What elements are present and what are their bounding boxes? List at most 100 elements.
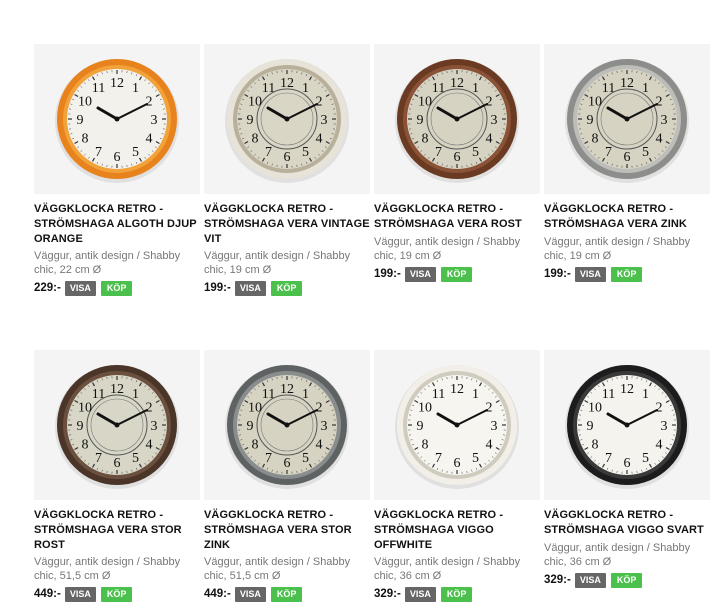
svg-text:11: 11 bbox=[92, 81, 105, 96]
svg-text:4: 4 bbox=[316, 438, 323, 453]
product-image[interactable]: 1 2 3 4 5 6 7 8 9 10 11 12 bbox=[34, 44, 200, 194]
wall-clock-icon: 1234567891011 12 bbox=[565, 59, 689, 183]
product-description: Väggur, antik design / Shabby chic, 36 c… bbox=[374, 556, 521, 582]
svg-text:5: 5 bbox=[302, 145, 309, 160]
buy-row: 449:- VISA KÖP bbox=[34, 586, 133, 602]
price: 229:- bbox=[34, 282, 61, 294]
svg-text:4: 4 bbox=[656, 132, 663, 147]
svg-text:7: 7 bbox=[435, 145, 442, 160]
product-description: Väggur, antik design / Shabby chic, 19 c… bbox=[544, 236, 691, 262]
svg-text:8: 8 bbox=[591, 438, 598, 453]
price: 329:- bbox=[544, 574, 571, 586]
svg-text:10: 10 bbox=[588, 95, 602, 110]
svg-text:5: 5 bbox=[642, 145, 649, 160]
svg-text:7: 7 bbox=[435, 451, 442, 466]
svg-text:4: 4 bbox=[656, 438, 663, 453]
price: 449:- bbox=[204, 588, 231, 600]
product-title[interactable]: VÄGGKLOCKA RETRO - STRÖMSHAGA VERA STOR … bbox=[204, 508, 370, 553]
svg-text:8: 8 bbox=[591, 132, 598, 147]
svg-text:6: 6 bbox=[114, 150, 121, 165]
svg-text:4: 4 bbox=[146, 438, 153, 453]
product-description: Väggur, antik design / Shabby chic, 19 c… bbox=[204, 250, 351, 276]
price: 199:- bbox=[544, 268, 571, 280]
svg-text:10: 10 bbox=[248, 95, 262, 110]
svg-text:9: 9 bbox=[417, 419, 424, 434]
product-description: Väggur, antik design / Shabby chic, 36 c… bbox=[544, 542, 691, 568]
wall-clock-icon: 1234567891011 12 bbox=[55, 365, 179, 489]
visa-badge: VISA bbox=[234, 280, 266, 296]
svg-text:2: 2 bbox=[656, 401, 663, 416]
product-description: Väggur, antik design / Shabby chic, 51,5… bbox=[204, 556, 351, 582]
svg-text:6: 6 bbox=[454, 456, 461, 471]
product-image[interactable]: 1 2 3 4 5 6 7 8 9 10 11 12 bbox=[544, 44, 710, 194]
svg-text:8: 8 bbox=[81, 132, 88, 147]
svg-text:12: 12 bbox=[620, 382, 634, 397]
wall-clock-icon: 1234567891011 12 bbox=[565, 365, 689, 489]
price: 329:- bbox=[374, 588, 401, 600]
buy-button[interactable]: KÖP bbox=[270, 586, 303, 602]
buy-button[interactable]: KÖP bbox=[440, 266, 473, 282]
buy-button[interactable]: KÖP bbox=[100, 280, 133, 296]
svg-text:10: 10 bbox=[588, 401, 602, 416]
svg-text:10: 10 bbox=[78, 401, 92, 416]
svg-text:6: 6 bbox=[114, 456, 121, 471]
product-title[interactable]: VÄGGKLOCKA RETRO - STRÖMSHAGA VIGGO OFFW… bbox=[374, 508, 540, 553]
product-title[interactable]: VÄGGKLOCKA RETRO - STRÖMSHAGA VIGGO SVAR… bbox=[544, 508, 710, 538]
product-title[interactable]: VÄGGKLOCKA RETRO - STRÖMSHAGA VERA STOR … bbox=[34, 508, 200, 553]
svg-text:3: 3 bbox=[491, 419, 498, 434]
svg-text:9: 9 bbox=[77, 113, 84, 128]
buy-button[interactable]: KÖP bbox=[100, 586, 133, 602]
svg-text:3: 3 bbox=[151, 419, 158, 434]
buy-row: 329:- VISA KÖP bbox=[374, 586, 473, 602]
product-title[interactable]: VÄGGKLOCKA RETRO - STRÖMSHAGA ALGOTH DJU… bbox=[34, 202, 200, 247]
svg-text:10: 10 bbox=[248, 401, 262, 416]
product-image[interactable]: 1 2 3 4 5 6 7 8 9 10 11 12 bbox=[34, 350, 200, 500]
product-title[interactable]: VÄGGKLOCKA RETRO - STRÖMSHAGA VERA ZINK bbox=[544, 202, 710, 232]
product-image[interactable]: 1 2 3 4 5 6 7 8 9 10 11 12 bbox=[374, 350, 540, 500]
visa-badge: VISA bbox=[574, 572, 606, 588]
svg-text:7: 7 bbox=[95, 451, 102, 466]
svg-text:12: 12 bbox=[280, 76, 294, 91]
price: 199:- bbox=[204, 282, 231, 294]
svg-text:1: 1 bbox=[472, 81, 479, 96]
svg-text:10: 10 bbox=[418, 401, 432, 416]
svg-text:6: 6 bbox=[454, 150, 461, 165]
buy-button[interactable]: KÖP bbox=[610, 572, 643, 588]
svg-text:4: 4 bbox=[486, 132, 493, 147]
svg-text:4: 4 bbox=[146, 132, 153, 147]
svg-text:8: 8 bbox=[421, 132, 428, 147]
svg-text:1: 1 bbox=[642, 81, 649, 96]
svg-text:8: 8 bbox=[251, 438, 258, 453]
buy-row: 229:- VISA KÖP bbox=[34, 280, 133, 296]
svg-text:10: 10 bbox=[418, 95, 432, 110]
svg-text:9: 9 bbox=[247, 419, 254, 434]
product-image[interactable]: 1 2 3 4 5 6 7 8 9 10 11 12 bbox=[204, 44, 370, 194]
svg-text:3: 3 bbox=[151, 113, 158, 128]
buy-button[interactable]: KÖP bbox=[610, 266, 643, 282]
svg-text:3: 3 bbox=[321, 113, 328, 128]
svg-text:5: 5 bbox=[302, 451, 309, 466]
svg-text:11: 11 bbox=[262, 81, 275, 96]
product-image[interactable]: 1 2 3 4 5 6 7 8 9 10 11 12 bbox=[374, 44, 540, 194]
product-description: Väggur, antik design / Shabby chic, 19 c… bbox=[374, 236, 521, 262]
product-title[interactable]: VÄGGKLOCKA RETRO - STRÖMSHAGA VERA ROST bbox=[374, 202, 540, 232]
product-title[interactable]: VÄGGKLOCKA RETRO - STRÖMSHAGA VERA VINTA… bbox=[204, 202, 370, 247]
buy-button[interactable]: KÖP bbox=[270, 280, 303, 296]
product-image[interactable]: 1 2 3 4 5 6 7 8 9 10 11 12 bbox=[204, 350, 370, 500]
svg-text:5: 5 bbox=[132, 145, 139, 160]
svg-text:5: 5 bbox=[642, 451, 649, 466]
wall-clock-icon: 1234567891011 12 bbox=[395, 365, 519, 489]
product-image[interactable]: 1 2 3 4 5 6 7 8 9 10 11 12 bbox=[544, 350, 710, 500]
svg-text:9: 9 bbox=[77, 419, 84, 434]
buy-button[interactable]: KÖP bbox=[440, 586, 473, 602]
svg-text:11: 11 bbox=[432, 81, 445, 96]
svg-text:11: 11 bbox=[432, 387, 445, 402]
svg-text:9: 9 bbox=[587, 113, 594, 128]
svg-text:1: 1 bbox=[642, 387, 649, 402]
svg-text:3: 3 bbox=[321, 419, 328, 434]
svg-text:8: 8 bbox=[421, 438, 428, 453]
svg-text:3: 3 bbox=[491, 113, 498, 128]
svg-text:2: 2 bbox=[316, 95, 323, 110]
visa-badge: VISA bbox=[64, 280, 96, 296]
buy-row: 449:- VISA KÖP bbox=[204, 586, 303, 602]
